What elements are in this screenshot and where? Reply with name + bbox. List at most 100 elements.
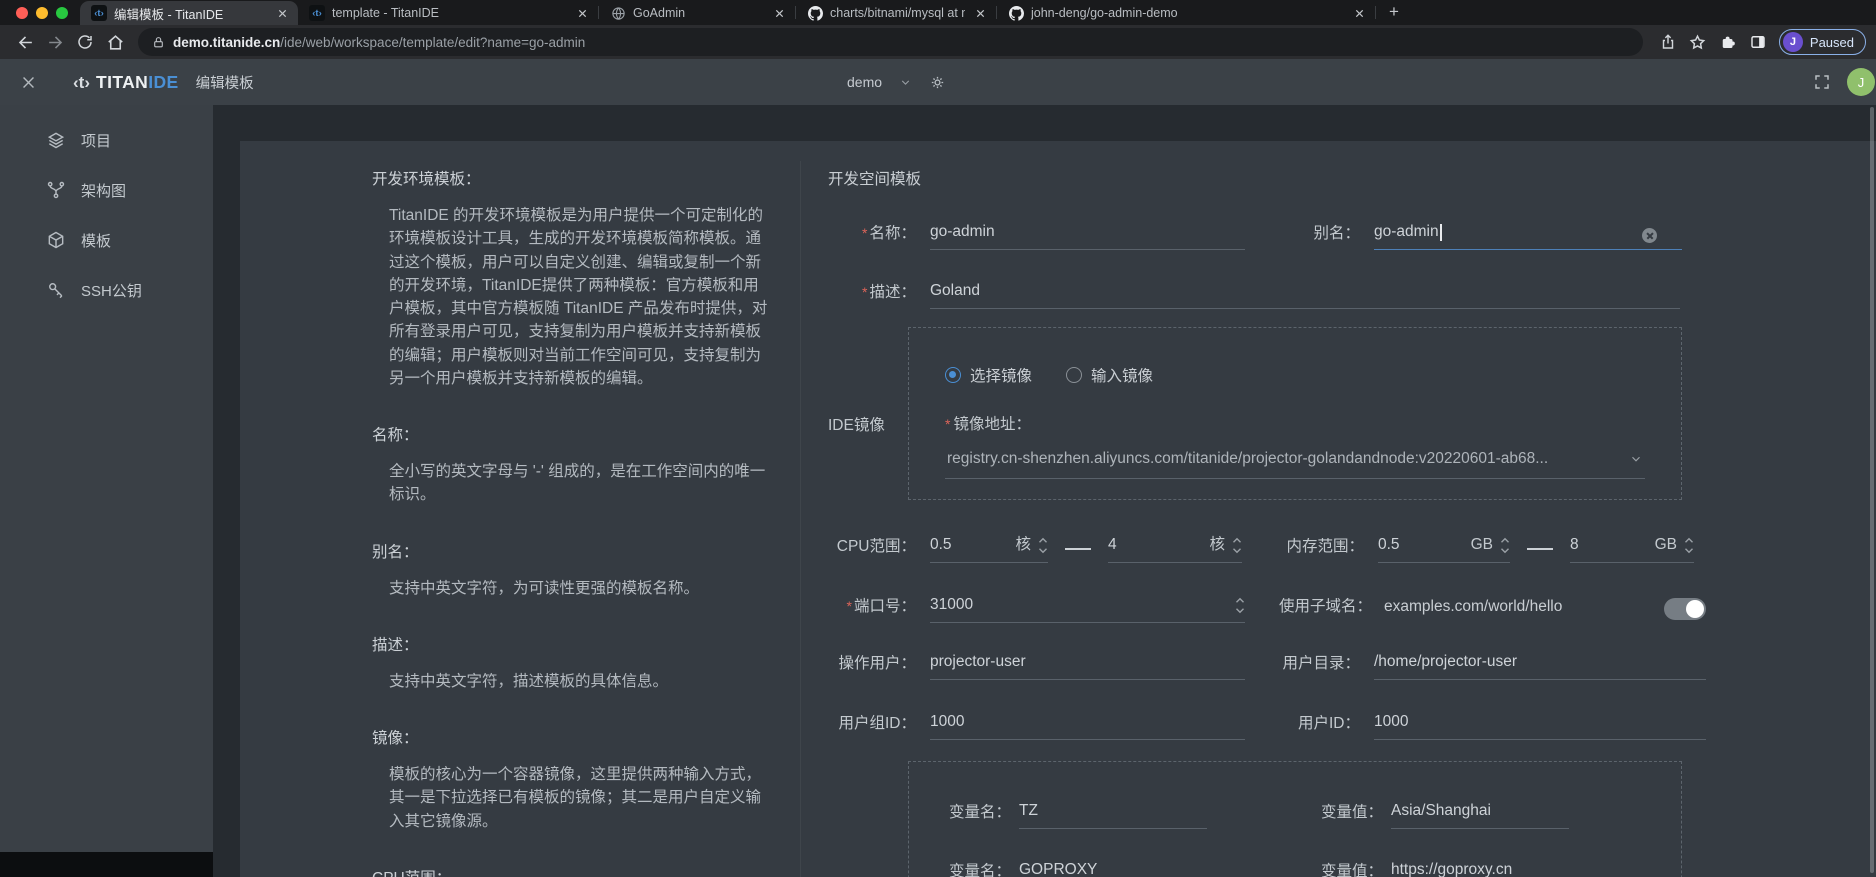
tab-title: john-deng/go-admin-demo — [1031, 6, 1344, 20]
radio-dot-icon — [945, 367, 961, 383]
help-title: 开发环境模板： — [372, 167, 774, 189]
template-edit-panel: 开发环境模板：TitanIDE 的开发环境模板是为用户提供一个可定制化的环境模板… — [240, 141, 1876, 877]
stepper-icon[interactable] — [1500, 537, 1510, 554]
reload-icon[interactable] — [70, 27, 100, 57]
name-input[interactable]: go-admin — [930, 223, 1245, 250]
layers-icon — [46, 130, 66, 150]
user-dir-label: 用户目录： — [1282, 655, 1360, 672]
stepper-icon[interactable] — [1684, 537, 1694, 554]
home-icon[interactable] — [100, 27, 130, 57]
tab-title: charts/bitnami/mysql at master — [830, 6, 965, 20]
sidebar-item-ssh-keys[interactable]: SSH公钥 — [0, 265, 213, 315]
user-dir-input[interactable]: /home/projector-user — [1374, 653, 1706, 680]
cpu-memory-row: CPU范围： 0.5核 4核 内存范围： 0.5GB 8GB — [828, 532, 1706, 563]
stepper-icon[interactable] — [1038, 537, 1048, 554]
alias-field: 别名： go-admin — [1272, 221, 1706, 250]
window-zoom-icon[interactable] — [56, 7, 68, 19]
op-user-input[interactable]: projector-user — [930, 653, 1245, 680]
help-body: 支持中英文字符，描述模板的具体信息。 — [372, 670, 770, 693]
browser-tab[interactable]: charts/bitnami/mysql at master — [796, 1, 996, 25]
fullscreen-icon[interactable] — [1813, 73, 1831, 91]
stepper-icon[interactable] — [1232, 537, 1242, 554]
cpu-max-input[interactable]: 4核 — [1108, 532, 1242, 563]
tab-close-icon[interactable] — [972, 5, 988, 21]
clear-icon[interactable] — [1642, 228, 1657, 243]
browser-tab[interactable]: john-deng/go-admin-demo — [997, 1, 1375, 25]
sidebar-item-projects[interactable]: 项目 — [0, 115, 213, 165]
new-tab-button[interactable]: + — [1376, 2, 1412, 25]
memory-min-input[interactable]: 0.5GB — [1378, 536, 1510, 563]
env-name-input[interactable]: TZ — [1019, 802, 1207, 829]
window-close-icon[interactable] — [16, 7, 28, 19]
env-var-row: 变量名： TZ 变量值： Asia/Shanghai — [939, 800, 1645, 829]
user-id-input[interactable]: 1000 — [1374, 713, 1706, 740]
env-vars-box: 变量名： TZ 变量值： Asia/Shanghai 变量名： GOPROXY … — [908, 761, 1682, 877]
description-input[interactable]: Goland — [930, 282, 1680, 309]
radio-input-image[interactable]: 输入镜像 — [1066, 364, 1153, 386]
env-name-label: 变量名： — [939, 859, 1011, 877]
tab-close-icon[interactable] — [274, 5, 290, 21]
browser-toolbar: demo.titanide.cn/ide/web/workspace/templ… — [0, 25, 1876, 59]
image-address-select[interactable]: registry.cn-shenzhen.aliyuncs.com/titani… — [945, 450, 1645, 479]
gear-icon[interactable] — [929, 74, 946, 91]
browser-tab[interactable]: GoAdmin — [599, 1, 795, 25]
group-id-label: 用户组ID： — [838, 715, 916, 732]
close-icon[interactable] — [20, 74, 37, 91]
help-title: CPU范围： — [372, 866, 774, 877]
group-id-input[interactable]: 1000 — [930, 713, 1245, 740]
radio-select-image[interactable]: 选择镜像 — [945, 364, 1032, 386]
cpu-min-input[interactable]: 0.5核 — [930, 532, 1048, 563]
window-minimize-icon[interactable] — [36, 7, 48, 19]
side-panel-icon[interactable] — [1743, 27, 1773, 57]
bookmark-star-icon[interactable] — [1683, 27, 1713, 57]
env-name-input[interactable]: GOPROXY — [1019, 861, 1207, 877]
op-user-field: 操作用户： projector-user — [828, 651, 1245, 680]
tab-close-icon[interactable] — [1351, 5, 1367, 21]
subdomain-toggle[interactable] — [1664, 598, 1706, 620]
browser-profile-chip[interactable]: J Paused — [1779, 29, 1866, 55]
sidebar: 项目 架构图 模板 SSH公钥 — [0, 105, 213, 852]
profile-status: Paused — [1810, 35, 1854, 50]
alias-input[interactable]: go-admin — [1374, 223, 1682, 250]
radio-dot-icon — [1066, 367, 1082, 383]
help-section: 别名：支持中英文字符，为可读性更强的模板名称。 — [372, 540, 774, 600]
memory-label: 内存范围： — [1268, 534, 1364, 563]
user-avatar[interactable]: J — [1847, 68, 1875, 96]
env-value-label: 变量值： — [1311, 859, 1383, 877]
github-icon — [807, 5, 823, 21]
help-column: 开发环境模板：TitanIDE 的开发环境模板是为用户提供一个可定制化的环境模板… — [372, 167, 774, 877]
tab-close-icon[interactable] — [771, 5, 787, 21]
sidebar-item-architecture[interactable]: 架构图 — [0, 165, 213, 215]
env-var-row: 变量名： GOPROXY 变量值： https://goproxy.cn — [939, 859, 1645, 877]
env-value-input[interactable]: Asia/Shanghai — [1391, 802, 1569, 829]
env-value-input[interactable]: https://goproxy.cn — [1391, 861, 1569, 877]
chevron-down-icon[interactable] — [899, 76, 912, 89]
workspace-selector[interactable]: demo — [847, 74, 882, 90]
user-id-label: 用户ID： — [1298, 715, 1360, 732]
tab-close-icon[interactable] — [574, 5, 590, 21]
profile-avatar: J — [1783, 32, 1803, 52]
range-dash — [1527, 548, 1553, 550]
vertical-scrollbar[interactable] — [1870, 107, 1874, 873]
brand-titan: TITAN — [96, 72, 148, 92]
titanide-favicon: ‹t› — [91, 5, 107, 21]
browser-tab[interactable]: ‹t› template - TitanIDE — [298, 1, 598, 25]
sidebar-item-label: SSH公钥 — [81, 280, 142, 301]
stepper-icon[interactable] — [1235, 597, 1245, 614]
op-user-label: 操作用户： — [838, 655, 916, 672]
browser-tab[interactable]: ‹t› 编辑模板 - TitanIDE — [80, 1, 298, 25]
sidebar-item-templates[interactable]: 模板 — [0, 215, 213, 265]
share-icon[interactable] — [1653, 27, 1683, 57]
key-icon — [46, 280, 66, 300]
app-header: ‹t› TITANIDE 编辑模板 demo J — [0, 59, 1876, 105]
cube-icon — [46, 230, 66, 250]
port-input[interactable]: 31000 — [930, 596, 1245, 623]
tab-title: template - TitanIDE — [332, 6, 567, 20]
extensions-puzzle-icon[interactable] — [1713, 27, 1743, 57]
memory-max-input[interactable]: 8GB — [1570, 536, 1694, 563]
forward-icon[interactable] — [40, 27, 70, 57]
back-icon[interactable] — [10, 27, 40, 57]
address-bar[interactable]: demo.titanide.cn/ide/web/workspace/templ… — [138, 28, 1643, 56]
cpu-label: CPU范围： — [837, 538, 916, 555]
globe-icon — [610, 5, 626, 21]
